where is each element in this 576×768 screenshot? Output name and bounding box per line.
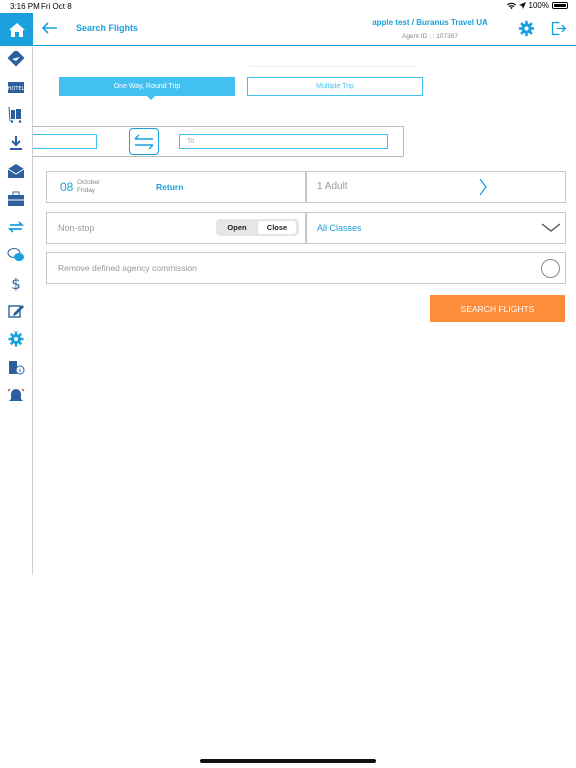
status-bar: 3:16 PM Fri Oct 8 100% — [0, 0, 576, 13]
open-close-toggle: Open Close — [216, 219, 299, 236]
agent-id: Agent ID : : 107387 — [401, 33, 458, 40]
home-indicator[interactable] — [200, 759, 376, 763]
battery-percent: 100% — [528, 1, 549, 10]
return-button[interactable]: Return — [156, 182, 183, 192]
battery-icon — [552, 2, 568, 9]
commission-radio[interactable] — [541, 259, 560, 278]
edit-icon[interactable] — [7, 303, 25, 319]
departure-weekday: Friday — [77, 187, 96, 194]
commission-label: Remove defined agency commission — [58, 263, 197, 273]
home-icon — [8, 22, 25, 37]
settings-gear-icon[interactable] — [518, 20, 535, 37]
briefcase-icon[interactable] — [7, 191, 25, 207]
logout-icon[interactable] — [550, 20, 567, 37]
download-icon[interactable] — [7, 135, 25, 151]
wifi-icon — [506, 2, 516, 9]
settings-gear-icon[interactable] — [7, 331, 25, 347]
commission-option: Remove defined agency commission — [46, 252, 566, 284]
luggage-cart-icon[interactable] — [7, 107, 25, 123]
departure-month: October — [77, 179, 101, 186]
swap-button[interactable] — [129, 128, 159, 155]
stops-selector: Non-stop Open Close — [46, 212, 306, 244]
hotel-icon[interactable]: HOTEL — [7, 79, 25, 95]
alarm-bell-icon[interactable] — [7, 387, 25, 403]
chevron-right-icon — [479, 178, 487, 196]
svg-text:$: $ — [11, 275, 21, 291]
open-option[interactable]: Open — [218, 221, 256, 234]
stops-label: Non-stop — [58, 223, 95, 233]
swap-arrows-icon — [134, 133, 154, 150]
divider — [250, 66, 418, 67]
passenger-selector[interactable]: 1 Adult — [306, 171, 566, 203]
date-selector[interactable]: 08 October Friday Return — [46, 171, 306, 203]
svg-text:HOTEL: HOTEL — [8, 86, 25, 92]
passenger-count: 1 Adult — [317, 181, 348, 192]
agent-name: apple test / Buranus Travel UA — [372, 18, 488, 27]
home-button[interactable] — [0, 13, 33, 46]
dollar-icon[interactable]: $ — [7, 275, 25, 291]
building-info-icon[interactable] — [7, 359, 25, 375]
status-indicators: 100% — [506, 1, 568, 10]
back-arrow-icon[interactable] — [41, 20, 59, 36]
exchange-icon[interactable] — [7, 219, 25, 235]
chat-icon[interactable] — [7, 247, 25, 263]
sidebar: HOTEL $ — [0, 47, 33, 575]
to-field[interactable]: To — [179, 134, 388, 149]
chevron-down-icon — [541, 223, 561, 232]
tab-multiple-trip[interactable]: Multiple Trip — [247, 77, 423, 96]
from-field[interactable] — [33, 134, 97, 149]
departure-day: 08 — [60, 180, 74, 194]
cabin-class-value: All Classes — [317, 223, 362, 233]
search-flights-button[interactable]: SEARCH FLIGHTS — [430, 295, 565, 322]
status-date: Fri Oct 8 — [41, 2, 72, 11]
close-option[interactable]: Close — [258, 221, 296, 234]
page-title: Search Flights — [76, 23, 139, 33]
cabin-class-select[interactable]: All Classes — [306, 212, 566, 244]
mail-icon[interactable] — [7, 163, 25, 179]
flight-ticket-icon[interactable] — [7, 51, 25, 67]
tab-one-way-round-trip[interactable]: One Way, Round Trip — [59, 77, 235, 100]
status-time: 3:16 PM — [10, 2, 40, 11]
location-arrow-icon — [518, 2, 526, 9]
app-header: Search Flights apple test / Buranus Trav… — [0, 13, 576, 46]
